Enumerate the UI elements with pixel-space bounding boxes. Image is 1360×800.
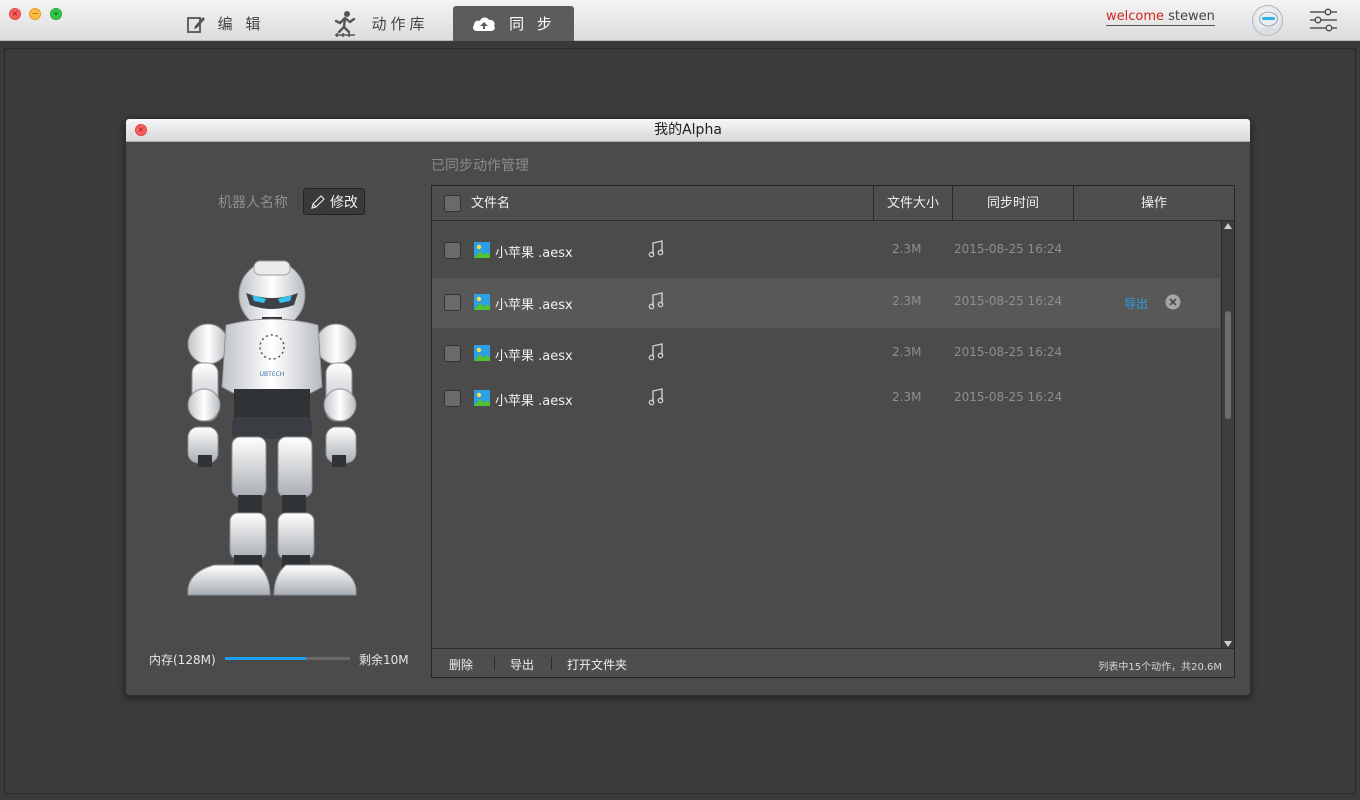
music-note-icon	[648, 343, 664, 361]
file-name: 小苹果 .aesx	[495, 394, 573, 409]
cloud-sync-icon	[473, 16, 495, 31]
divider	[551, 657, 552, 670]
table-footer: 删除 导出 打开文件夹 列表中15个动作，共20.6M	[432, 648, 1234, 677]
avatar[interactable]	[1252, 5, 1283, 36]
scroll-up-arrow-icon[interactable]	[1224, 223, 1232, 229]
export-button[interactable]: 导出	[510, 656, 534, 673]
select-all-checkbox[interactable]	[444, 195, 461, 212]
table-header: 文件名 文件大小 同步时间 操作	[432, 186, 1234, 221]
row-export-link[interactable]: 导出	[1124, 295, 1148, 312]
tab-edit[interactable]: 编 辑	[180, 6, 270, 41]
welcome-text: welcome	[1106, 9, 1165, 24]
tab-edit-label: 编 辑	[217, 15, 265, 33]
edit-icon	[186, 16, 205, 33]
welcome-user[interactable]: welcome stewen	[1106, 9, 1215, 26]
music-note-icon	[648, 388, 664, 406]
file-size: 2.3M	[892, 345, 922, 359]
delete-button[interactable]: 删除	[449, 656, 473, 673]
robot-image: UBTECH	[187, 260, 357, 596]
window-maximize-button[interactable]: +	[50, 8, 62, 20]
close-icon: ×	[11, 9, 19, 18]
file-name: 小苹果 .aesx	[495, 246, 573, 261]
settings-button[interactable]	[1309, 8, 1338, 32]
dialog-title-bar: × 我的Alpha	[126, 119, 1250, 142]
minimize-icon: −	[31, 9, 39, 18]
memory-remaining-label: 剩余10M	[359, 653, 409, 667]
header-file-size[interactable]: 文件大小	[873, 186, 952, 221]
top-bar: × − + 编 辑 动作库 同 步 welcome stewen	[0, 0, 1360, 41]
open-folder-button[interactable]: 打开文件夹	[567, 656, 627, 673]
username: stewen	[1168, 9, 1215, 24]
image-file-icon	[474, 242, 490, 258]
sync-time: 2015-08-25 16:24	[954, 390, 1063, 404]
file-size: 2.3M	[892, 390, 922, 404]
file-name: 小苹果 .aesx	[495, 298, 573, 313]
robot-avatar-icon	[1259, 11, 1278, 35]
list-status-text: 列表中15个动作，共20.6M	[1098, 662, 1222, 673]
table-row[interactable]: 小苹果 .aesx 2.3M 2015-08-25 16:24	[432, 226, 1220, 276]
memory-label: 内存(128M)	[149, 653, 216, 667]
image-file-icon	[474, 345, 490, 361]
header-file-name[interactable]: 文件名	[471, 186, 510, 221]
divider	[494, 657, 495, 670]
row-checkbox[interactable]	[444, 390, 461, 407]
my-alpha-dialog: × 我的Alpha 机器人名称 修改 UBTECH 内存(128M) 剩余10M…	[125, 118, 1251, 696]
sync-time: 2015-08-25 16:24	[954, 345, 1063, 359]
scrollbar-thumb[interactable]	[1225, 311, 1231, 419]
tab-sync-label: 同 步	[509, 15, 556, 33]
delete-circle-icon[interactable]	[1165, 294, 1181, 310]
tab-sync[interactable]: 同 步	[453, 6, 574, 41]
sync-time: 2015-08-25 16:24	[954, 242, 1063, 256]
dialog-close-button[interactable]: ×	[135, 124, 147, 136]
memory-progress-bar	[225, 657, 350, 660]
action-figure-icon	[335, 10, 356, 37]
header-action: 操作	[1073, 186, 1234, 221]
edit-button-label: 修改	[330, 194, 358, 211]
scroll-down-arrow-icon[interactable]	[1224, 641, 1232, 647]
file-size: 2.3M	[892, 242, 922, 256]
synced-actions-table: 文件名 文件大小 同步时间 操作 小苹果 .aesx 2.3M 2015-08-…	[431, 185, 1235, 678]
memory-progress-fill	[225, 657, 307, 660]
dialog-title: 我的Alpha	[654, 122, 722, 138]
window-close-button[interactable]: ×	[9, 8, 21, 20]
sync-time: 2015-08-25 16:24	[954, 294, 1063, 308]
window-minimize-button[interactable]: −	[29, 8, 41, 20]
music-note-icon	[648, 292, 664, 310]
row-checkbox[interactable]	[444, 242, 461, 259]
image-file-icon	[474, 294, 490, 310]
table-row[interactable]: 小苹果 .aesx 2.3M 2015-08-25 16:24	[432, 374, 1220, 424]
pencil-icon	[311, 194, 325, 209]
tab-action-library[interactable]: 动作库	[325, 6, 435, 41]
sliders-icon	[1310, 8, 1337, 32]
edit-robot-name-button[interactable]: 修改	[303, 188, 365, 215]
section-title: 已同步动作管理	[431, 158, 529, 174]
maximize-icon: +	[52, 9, 60, 18]
svg-text:UBTECH: UBTECH	[260, 371, 285, 378]
table-row[interactable]: 小苹果 .aesx 2.3M 2015-08-25 16:24 导出	[432, 278, 1220, 328]
close-icon: ×	[137, 125, 145, 134]
tab-action-library-label: 动作库	[371, 15, 429, 33]
music-note-icon	[648, 240, 664, 258]
table-row[interactable]: 小苹果 .aesx 2.3M 2015-08-25 16:24	[432, 329, 1220, 379]
image-file-icon	[474, 390, 490, 406]
vertical-scrollbar[interactable]	[1221, 221, 1234, 649]
file-size: 2.3M	[892, 294, 922, 308]
robot-name-label: 机器人名称	[218, 195, 288, 211]
row-checkbox[interactable]	[444, 345, 461, 362]
file-name: 小苹果 .aesx	[495, 349, 573, 364]
row-checkbox[interactable]	[444, 294, 461, 311]
header-sync-time[interactable]: 同步时间	[952, 186, 1073, 221]
